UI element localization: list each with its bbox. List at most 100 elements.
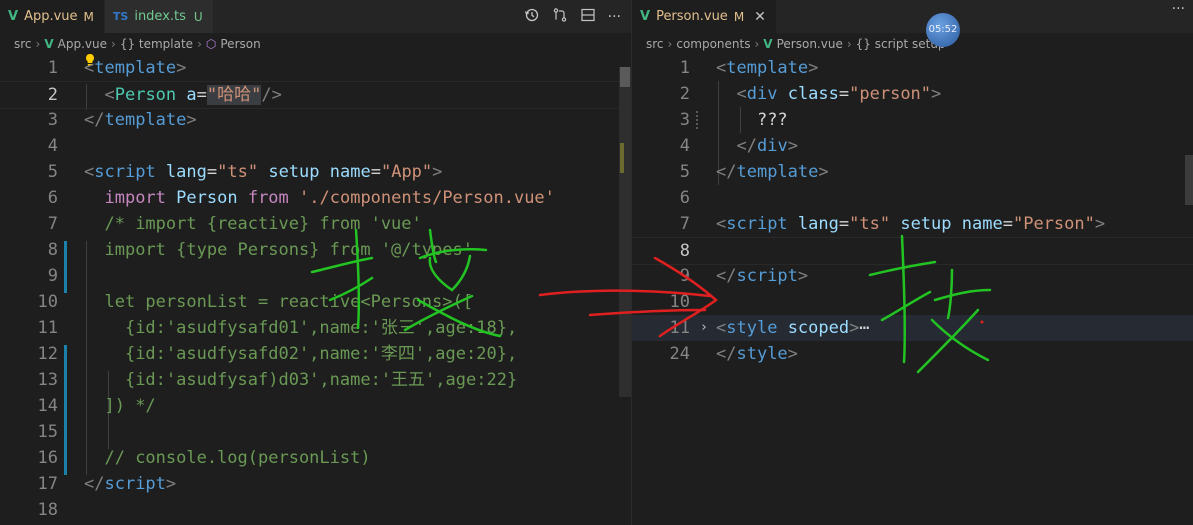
code-line: 15 (0, 419, 631, 445)
modified-badge: M (733, 9, 745, 24)
editor-actions: ··· (1172, 0, 1185, 25)
code-token: script (726, 214, 788, 234)
chevron-right-icon: › (111, 37, 116, 51)
code-line: 4 (0, 133, 631, 159)
code-token: Person (114, 85, 177, 105)
code-line: 17 </script> (0, 471, 631, 497)
line-number: 4 (679, 136, 690, 156)
code-token: setup (268, 162, 320, 182)
code-token: script (104, 474, 166, 494)
scrollbar-thumb[interactable] (620, 67, 630, 87)
ts-file-icon: TS (112, 10, 129, 23)
code-token: "ts" (849, 214, 891, 234)
code-token: template (104, 110, 187, 130)
breadcrumb-item[interactable]: Person (220, 37, 260, 51)
code-token: class (787, 84, 839, 104)
line-number: 9 (679, 266, 690, 286)
line-number: 15 (37, 422, 58, 442)
code-line: 6 import Person from './components/Perso… (0, 185, 631, 211)
code-token: name (329, 162, 371, 182)
chevron-right-icon: › (754, 37, 760, 51)
code-line: 3 ??? (632, 107, 1193, 133)
component-icon: ⬡ (205, 37, 217, 51)
folded-ellipsis[interactable]: ⋯ (859, 318, 869, 338)
code-token: "Person" (1012, 214, 1095, 234)
breadcrumb-item[interactable]: src (646, 37, 664, 51)
line-number: 1 (679, 58, 690, 78)
code-token: lang (165, 162, 207, 182)
code-token: './components/Person.vue' (299, 188, 555, 208)
left-code-editor[interactable]: 1 <template> 2 <Person a="哈哈"/> 3 </templa… (0, 54, 631, 525)
line-number: 8 (679, 241, 690, 261)
code-line: 14 ]) */ (0, 393, 631, 419)
tab-label: App.vue (24, 9, 78, 24)
breadcrumb: src › V App.vue › {} template › ⬡ Person (0, 33, 631, 55)
vue-file-icon: V (8, 9, 19, 24)
more-actions-icon[interactable]: ··· (608, 9, 621, 25)
tab-index-ts[interactable]: TS index.ts U (104, 0, 214, 33)
code-comment: {id:'asudfysafd02',name:'李四',age:20}, (124, 344, 518, 364)
code-line: 1 <template> (0, 55, 631, 81)
tab-person-vue[interactable]: V Person.vue M ✕ (632, 0, 777, 33)
line-number: 9 (47, 266, 58, 286)
breadcrumb-item[interactable]: App.vue (58, 37, 107, 51)
code-line: 5 <script lang="ts" setup name="App"> (0, 159, 631, 185)
code-token: ??? (756, 110, 788, 130)
code-line: 13 {id:'asudfysaf)d03',name:'王五',age:22} (0, 367, 631, 393)
code-comment: {id:'asudfysafd01',name:'张三',age:18}, (124, 318, 518, 338)
line-number: 7 (47, 214, 58, 234)
code-line: 12 {id:'asudfysafd02',name:'李四',age:20}, (0, 341, 631, 367)
code-token: "person" (849, 84, 932, 104)
line-number: 2 (679, 84, 690, 104)
line-number: 5 (47, 162, 58, 182)
line-number: 1 (47, 58, 58, 78)
breadcrumb-item[interactable]: Person.vue (777, 37, 843, 51)
code-token: template (726, 58, 809, 78)
line-number: 24 (669, 344, 690, 364)
close-icon[interactable]: ✕ (754, 9, 766, 25)
scrollbar-thumb[interactable] (1185, 155, 1193, 205)
code-line: 16 // console.log(personList) (0, 445, 631, 471)
timeline-icon[interactable] (524, 7, 540, 27)
line-number: 10 (37, 292, 58, 312)
code-token: template (736, 162, 819, 182)
code-token: "ts" (217, 162, 259, 182)
line-number: 7 (679, 214, 690, 234)
breadcrumb-item[interactable]: components (676, 37, 750, 51)
chevron-right-icon: › (197, 37, 202, 51)
code-line: 2 <div class="person"> (632, 81, 1193, 107)
tab-app-vue[interactable]: V App.vue M (0, 0, 105, 33)
right-code-editor[interactable]: 1 <template> 2 <div class="person"> 3 ???… (632, 55, 1193, 525)
breadcrumb-item[interactable]: {} template (120, 37, 193, 51)
line-number: 3 (679, 110, 690, 130)
code-token: from (247, 188, 289, 208)
line-number: 18 (37, 500, 58, 520)
split-editor-icon[interactable] (580, 7, 596, 27)
chevron-right-icon[interactable]: › (700, 315, 708, 341)
line-number: 16 (37, 448, 58, 468)
code-line: 10 (632, 289, 1193, 315)
open-changes-icon[interactable] (552, 7, 568, 27)
code-comment: ]) */ (104, 396, 156, 416)
vue-file-icon: V (44, 37, 54, 51)
code-line: 9 </script> (632, 263, 1193, 289)
code-line: 9 (0, 263, 631, 289)
code-line: 6 (632, 185, 1193, 211)
chevron-right-icon: › (667, 37, 673, 51)
more-actions-icon[interactable]: ··· (1172, 1, 1185, 17)
tab-label: Person.vue (656, 9, 728, 24)
vertical-scrollbar[interactable] (619, 67, 631, 397)
code-token: lang (797, 214, 839, 234)
code-line: 3 </template> (0, 107, 631, 133)
code-line: 4 </div> (632, 133, 1193, 159)
code-line: 5 </template> (632, 159, 1193, 185)
line-number: 2 (47, 85, 58, 105)
breadcrumb-item[interactable]: src (14, 37, 32, 51)
code-token: template (94, 58, 177, 78)
vue-file-icon: V (763, 37, 773, 51)
code-token: script (94, 162, 156, 182)
code-token: style (736, 344, 788, 364)
code-token: "App" (380, 162, 433, 182)
line-number: 8 (47, 240, 58, 260)
right-tab-bar: V Person.vue M ✕ 05:52 ··· (632, 0, 1193, 47)
